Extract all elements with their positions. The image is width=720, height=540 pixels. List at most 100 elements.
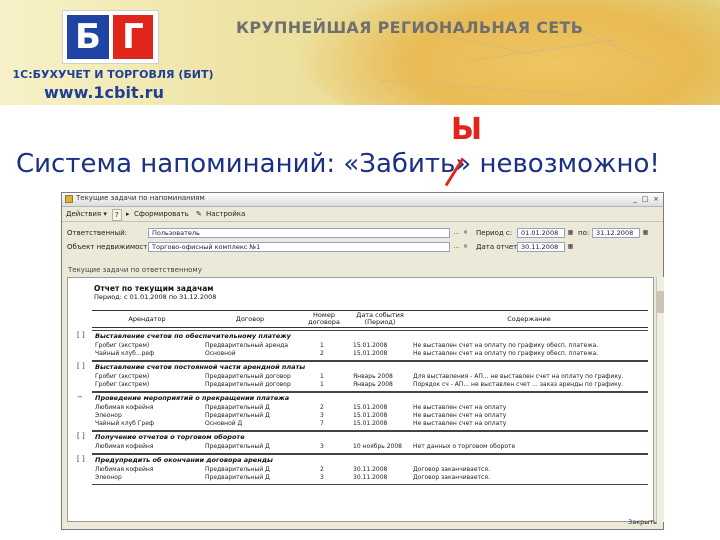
group-toggle-icon[interactable]: [ ] (77, 331, 85, 339)
task-group: Получение отчетов о торговом обороте Люби… (92, 431, 648, 454)
table-cell: Чайный клуб Греф (95, 420, 155, 427)
table-cell: Январь 2008 (353, 373, 393, 380)
object-clear-button[interactable]: × (461, 242, 470, 252)
table-cell: Основной Д (205, 420, 243, 427)
table-row[interactable]: Гробиг (экстрем) Предварительный договор 1… (92, 381, 648, 389)
table-cell: 15.01.2008 (353, 342, 388, 349)
minimize-icon[interactable]: _ (630, 194, 640, 204)
group-toggle-icon[interactable]: [ ] (77, 362, 85, 370)
table-row[interactable]: Любимая кофейня Предварительный Д 3 10 нояб… (92, 443, 648, 451)
table-cell: Предварительный Д (205, 412, 270, 419)
table-cell: 10 ноябрь 2008 (353, 443, 402, 450)
task-group-title: Выставление счетов по обеспечительному п… (95, 332, 291, 340)
reminders-window: Текущие задачи по напоминаниям _ □ × Дей… (61, 192, 664, 530)
table-cell: 30.11.2008 (353, 466, 388, 473)
table-cell: Не выставлен счет на оплату по графику о… (413, 342, 599, 349)
company-logo: Б Г (62, 10, 159, 64)
table-row[interactable]: Элеонор Предварительный Д 3 15.01.2008 Не вы… (92, 412, 648, 420)
scrollbar-thumb[interactable] (657, 291, 664, 313)
responsible-select-button[interactable]: … (452, 228, 461, 238)
table-row[interactable]: Чайный клуб Греф Основной Д 7 15.01.2008 Не … (92, 420, 648, 428)
header-banner: Б Г 1С:БУХУЧЕТ И ТОРГОВЛЯ (БИТ) www.1cbi… (0, 0, 720, 105)
table-cell: Гробиг (экстрем) (95, 342, 150, 349)
table-cell: 30.11.2008 (353, 474, 388, 481)
table-cell: Элеонор (95, 474, 122, 481)
table-row[interactable]: Любимая кофейня Предварительный Д 2 15.01.2… (92, 404, 648, 412)
table-cell: Нет данных о торговом обороте (413, 443, 516, 450)
task-group: Проведение мероприятий о прекращении пла… (92, 392, 648, 431)
calendar-icon[interactable]: ▦ (641, 228, 650, 238)
table-cell: Не выставлен счет на оплату по графику о… (413, 350, 599, 357)
table-cell: Не выставлен счет на оплату (413, 412, 507, 419)
window-toolbar: Действия ▾ ? ▸ Сформировать ✎ Настройка (62, 207, 663, 222)
actions-menu[interactable]: Действия ▾ (66, 209, 107, 219)
table-cell: 15.01.2008 (353, 350, 388, 357)
column-header: Содержание (507, 314, 551, 323)
table-cell: Для выставления - АП... не выставлен сче… (413, 373, 624, 380)
table-cell: Любимая кофейня (95, 466, 154, 473)
table-cell: Элеонор (95, 412, 122, 419)
report-period: Период: с 01.01.2008 по 31.12.2008 (94, 293, 217, 301)
period-from-label: Период с: (476, 229, 513, 237)
window-titlebar: Текущие задачи по напоминаниям _ □ × (62, 193, 663, 207)
close-button[interactable]: Закрыть (628, 518, 657, 526)
help-button[interactable]: ? (112, 209, 122, 221)
generate-icon[interactable]: ▸ (126, 209, 130, 219)
responsible-clear-button[interactable]: × (461, 228, 470, 238)
window-icon (65, 195, 73, 203)
group-toggle-icon[interactable]: [ ] (77, 432, 85, 440)
table-cell: Основной (205, 350, 236, 357)
control-date-field[interactable]: 30.11.2008 (517, 242, 565, 252)
object-select-button[interactable]: … (452, 242, 461, 252)
table-cell: Чайный клуб...реф (95, 350, 155, 357)
task-group: Предупредить об окончании договора аренд… (92, 454, 648, 485)
group-toggle-icon[interactable]: − (77, 393, 83, 401)
table-cell: 15.01.2008 (353, 420, 388, 427)
table-cell: 15.01.2008 (353, 404, 388, 411)
table-cell: Предварительный Д (205, 466, 270, 473)
table-cell: Не выставлен счет на оплату (413, 404, 507, 411)
table-cell: Предварительный Д (205, 474, 270, 481)
table-cell: Предварительный Д (205, 443, 270, 450)
group-toggle-icon[interactable]: [ ] (77, 455, 85, 463)
task-group: Выставление счетов по обеспечительному п… (92, 330, 648, 361)
calendar-icon[interactable]: ▦ (566, 228, 575, 238)
period-from-field[interactable]: 01.01.2008 (517, 228, 565, 238)
responsible-label: Ответственный: (67, 229, 128, 237)
maximize-icon[interactable]: □ (640, 194, 650, 204)
column-header: Номер договора (308, 311, 340, 326)
task-group-title: Проведение мероприятий о прекращении пла… (95, 394, 290, 402)
table-cell: Предварительный аренда (205, 342, 289, 349)
company-name: 1С:БУХУЧЕТ И ТОРГОВЛЯ (БИТ) (12, 68, 214, 81)
column-header: Договор (235, 314, 265, 323)
report-sheet[interactable]: Отчет по текущим задачам Период: с 01.01… (67, 277, 654, 522)
website-link[interactable]: www.1cbit.ru (44, 84, 164, 102)
table-cell: 15.01.2008 (353, 412, 388, 419)
responsible-field[interactable]: Пользователь (148, 228, 450, 238)
period-to-field[interactable]: 31.12.2008 (592, 228, 640, 238)
logo-letter-b: Б (67, 15, 109, 59)
close-icon[interactable]: × (651, 194, 661, 204)
object-field[interactable]: Торгово-офисный комплекс №1 (148, 242, 450, 252)
slide-headline: Система напоминаний: «Забить» невозможно… (16, 149, 660, 179)
table-row[interactable]: Любимая кофейня Предварительный Д 2 30.11.2… (92, 466, 648, 474)
table-cell: Не выставлен счет на оплату (413, 420, 507, 427)
object-label: Объект недвижимости: (67, 243, 155, 251)
table-row[interactable]: Чайный клуб...реф Основной 2 15.01.2008 Не в… (92, 350, 648, 358)
table-cell: Предварительный договор (205, 373, 291, 380)
table-cell: Порядок сч - АП... не выставлен счет ...… (413, 381, 624, 388)
column-header: Арендатор (128, 314, 166, 323)
table-cell: Договор заканчивается. (413, 474, 490, 481)
report-scrollbar[interactable] (656, 277, 664, 522)
settings-button[interactable]: Настройка (206, 209, 245, 219)
table-row[interactable]: Гробиг (экстрем) Предварительный аренда 1 1… (92, 342, 648, 350)
table-row[interactable]: Гробиг (экстрем) Предварительный договор 1… (92, 373, 648, 381)
generate-button[interactable]: Сформировать (134, 209, 189, 219)
table-cell: Договор заканчивается. (413, 466, 490, 473)
table-row[interactable]: Элеонор Предварительный Д 3 30.11.2008 Догов… (92, 474, 648, 482)
settings-icon[interactable]: ✎ (196, 209, 202, 219)
task-group-title: Выставление счетов постоянной части арен… (95, 363, 306, 371)
calendar-icon[interactable]: ▦ (566, 242, 575, 252)
column-header: Дата события (Период) (356, 311, 404, 326)
report-table-header: Арендатор Договор Номер договора Дата событ… (92, 310, 648, 328)
